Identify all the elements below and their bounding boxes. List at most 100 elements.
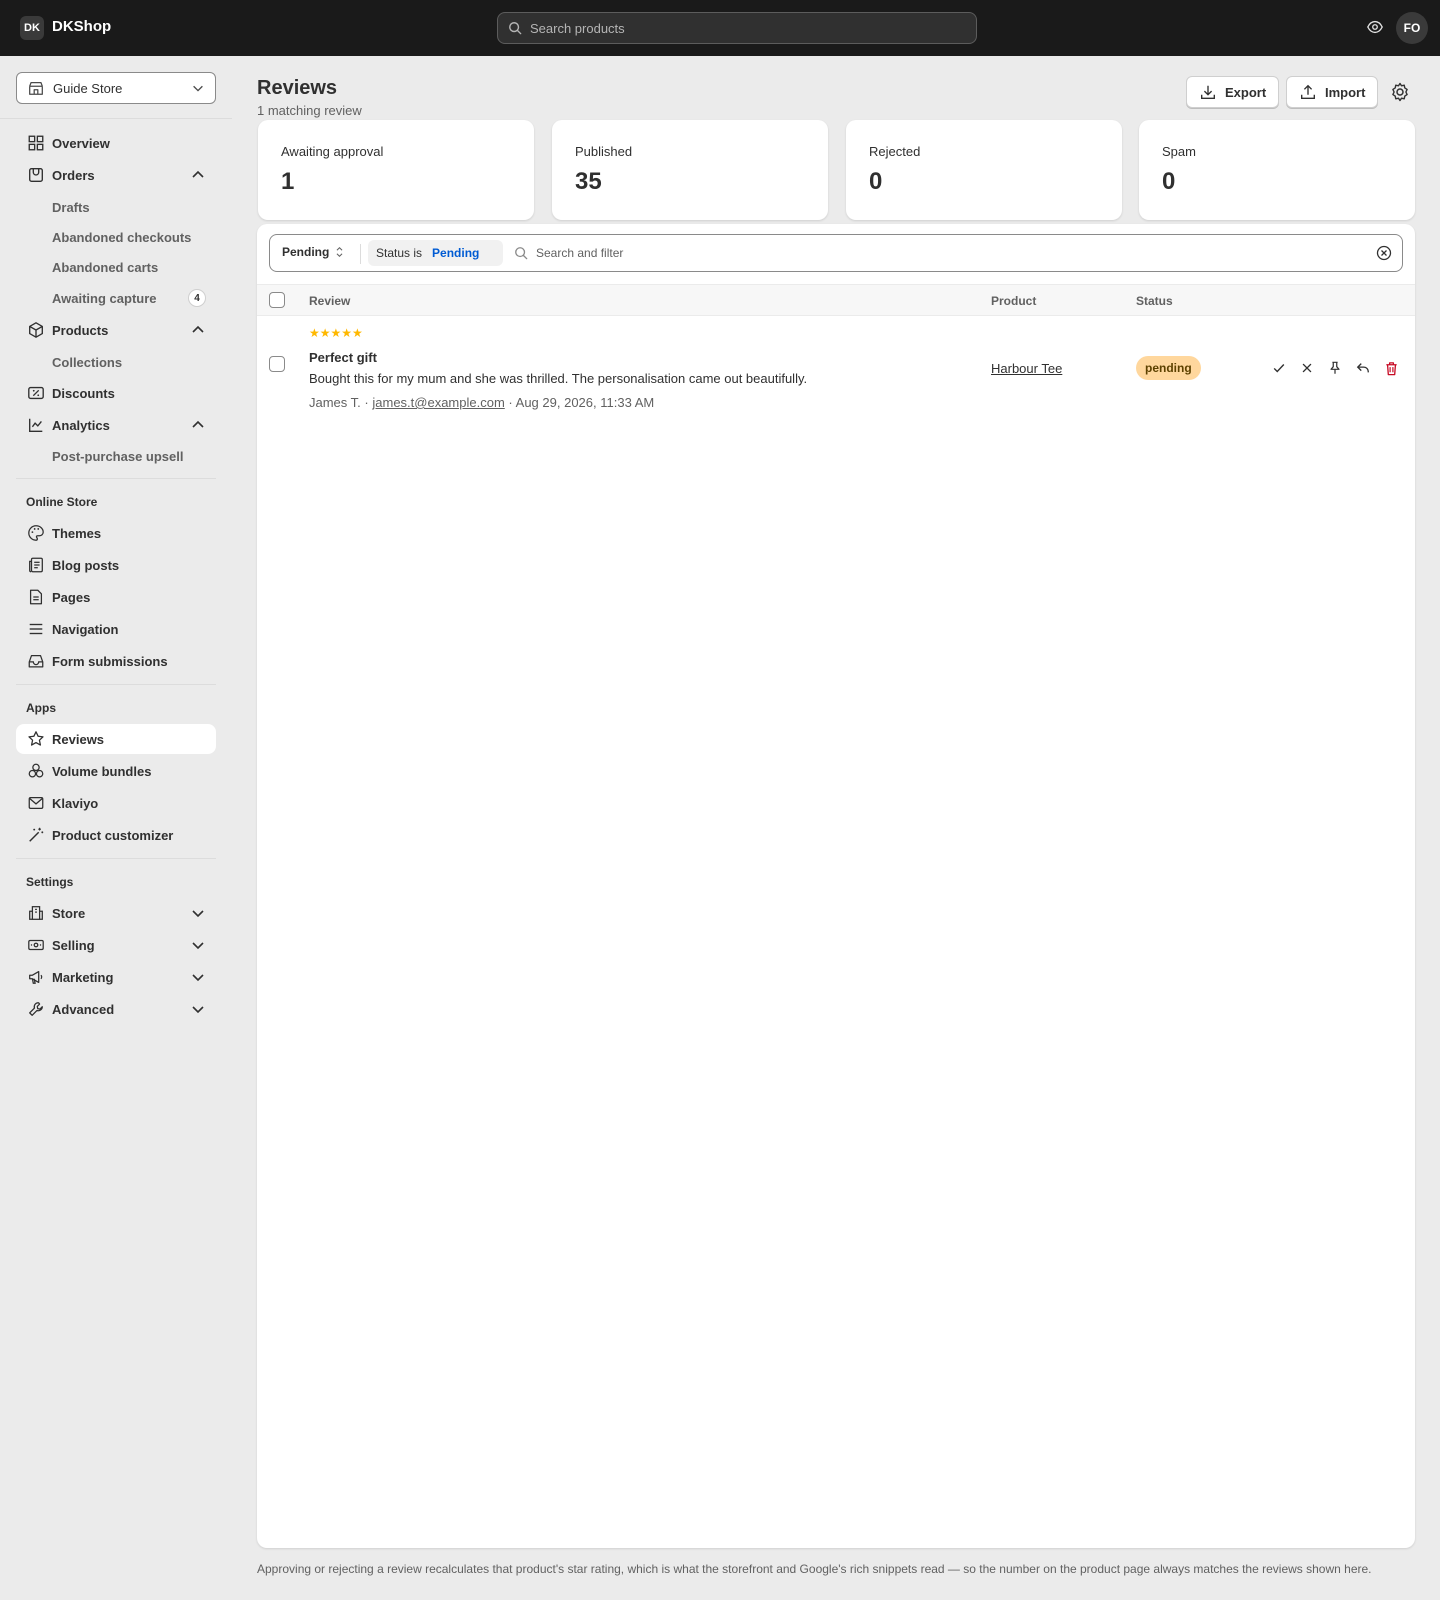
filter-chip-status[interactable]: Status is Pending bbox=[368, 240, 503, 266]
reviews-panel: Pending Status is Pending Review Product… bbox=[257, 224, 1415, 1548]
approve-button[interactable] bbox=[1271, 360, 1287, 376]
store-logo[interactable]: DK bbox=[20, 16, 44, 40]
sidebar-item-blog-posts[interactable]: Blog posts bbox=[16, 550, 216, 580]
stat-card-rejected[interactable]: Rejected 0 bbox=[846, 120, 1122, 220]
stat-card-awaiting-approval[interactable]: Awaiting approval 1 bbox=[258, 120, 534, 220]
count-badge: 4 bbox=[188, 289, 206, 307]
mail-icon bbox=[28, 796, 44, 810]
sidebar-item-label: Form submissions bbox=[52, 653, 168, 669]
sidebar-item-reviews[interactable]: Reviews bbox=[16, 724, 216, 754]
sidebar-item-marketing[interactable]: Marketing bbox=[16, 962, 216, 992]
divider bbox=[16, 858, 216, 859]
brand-name[interactable]: DKShop bbox=[52, 18, 111, 35]
sidebar-item-abandoned-checkouts[interactable]: Abandoned checkouts bbox=[42, 223, 216, 251]
sidebar-item-volume-bundles[interactable]: Volume bundles bbox=[16, 756, 216, 786]
divider bbox=[360, 244, 361, 264]
sidebar-item-advanced[interactable]: Advanced bbox=[16, 994, 216, 1024]
stat-label: Spam bbox=[1162, 144, 1196, 159]
sidebar-item-post-purchase-upsell[interactable]: Post-purchase upsell bbox=[42, 442, 216, 470]
sidebar-item-klaviyo[interactable]: Klaviyo bbox=[16, 788, 216, 818]
chevron-up-icon[interactable] bbox=[190, 167, 206, 183]
sidebar-item-overview[interactable]: Overview bbox=[16, 128, 216, 158]
review-title: Perfect gift bbox=[309, 350, 377, 365]
sidebar-item-label: Marketing bbox=[52, 969, 114, 985]
sidebar-item-awaiting-capture[interactable]: Awaiting capture 4 bbox=[42, 284, 216, 312]
product-link[interactable]: Harbour Tee bbox=[991, 361, 1062, 376]
analytics-icon bbox=[29, 418, 43, 432]
review-date: Aug 29, 2026, 11:33 AM bbox=[515, 395, 655, 410]
trash-icon bbox=[1385, 361, 1397, 375]
clear-filters-icon[interactable] bbox=[1376, 245, 1392, 261]
pin-button[interactable] bbox=[1327, 360, 1343, 376]
delete-button[interactable] bbox=[1383, 360, 1399, 376]
reply-button[interactable] bbox=[1355, 360, 1371, 376]
store-name: Guide Store bbox=[53, 80, 123, 96]
pin-icon bbox=[1330, 361, 1340, 374]
sidebar-item-orders[interactable]: Orders bbox=[16, 160, 216, 190]
cash-icon bbox=[28, 939, 44, 951]
chevron-down-icon[interactable] bbox=[190, 1001, 206, 1017]
sidebar-item-discounts[interactable]: Discounts bbox=[16, 378, 216, 408]
store-selector[interactable]: Guide Store bbox=[16, 72, 216, 104]
table-row[interactable]: ★★★★★ Perfect gift Bought this for my mu… bbox=[257, 316, 1415, 416]
select-all-checkbox[interactable] bbox=[269, 292, 285, 308]
orders-icon bbox=[29, 168, 43, 182]
row-checkbox[interactable] bbox=[269, 356, 285, 372]
stat-value: 35 bbox=[575, 168, 602, 195]
review-author: James T. bbox=[309, 395, 361, 410]
filter-search[interactable] bbox=[514, 240, 1036, 266]
divider bbox=[16, 478, 216, 479]
sidebar-item-label: Overview bbox=[52, 135, 110, 151]
column-header-review[interactable]: Review bbox=[309, 294, 350, 308]
sidebar-item-navigation[interactable]: Navigation bbox=[16, 614, 216, 644]
user-avatar[interactable]: FO bbox=[1396, 12, 1428, 44]
sidebar-item-form-submissions[interactable]: Form submissions bbox=[16, 646, 216, 676]
search-input[interactable] bbox=[530, 20, 950, 36]
import-label: Import bbox=[1325, 84, 1366, 100]
filter-search-input[interactable] bbox=[536, 246, 1036, 260]
export-button[interactable]: Export bbox=[1186, 76, 1280, 108]
stat-label: Awaiting approval bbox=[281, 144, 384, 159]
review-email-link[interactable]: james.t@example.com bbox=[372, 395, 504, 410]
sidebar-item-analytics[interactable]: Analytics bbox=[16, 410, 216, 440]
import-button[interactable]: Import bbox=[1286, 76, 1379, 108]
section-label-settings: Settings bbox=[26, 875, 74, 889]
sidebar-item-label: Orders bbox=[52, 167, 95, 183]
sidebar-item-collections[interactable]: Collections bbox=[42, 348, 216, 376]
sidebar-item-label: Blog posts bbox=[52, 557, 120, 573]
stat-card-published[interactable]: Published 35 bbox=[552, 120, 828, 220]
sidebar-item-selling[interactable]: Selling bbox=[16, 930, 216, 960]
section-label-apps: Apps bbox=[26, 701, 56, 715]
sidebar-item-themes[interactable]: Themes bbox=[16, 518, 216, 548]
stat-card-spam[interactable]: Spam 0 bbox=[1139, 120, 1415, 220]
sidebar-item-product-customizer[interactable]: Product customizer bbox=[16, 820, 216, 850]
sidebar: Guide Store Overview Orders Drafts Aband… bbox=[0, 56, 232, 1600]
view-selector[interactable]: Pending bbox=[282, 245, 344, 259]
column-header-status[interactable]: Status bbox=[1136, 294, 1173, 308]
sidebar-item-pages[interactable]: Pages bbox=[16, 582, 216, 612]
products-icon bbox=[29, 322, 43, 338]
chevron-down-icon[interactable] bbox=[190, 937, 206, 953]
chevron-down-icon[interactable] bbox=[190, 969, 206, 985]
sidebar-item-label: Navigation bbox=[52, 621, 119, 637]
sidebar-item-store[interactable]: Store bbox=[16, 898, 216, 928]
chevron-down-icon[interactable] bbox=[190, 905, 206, 921]
palette-icon bbox=[28, 525, 44, 541]
sidebar-item-label: Store bbox=[52, 905, 86, 921]
sidebar-item-drafts[interactable]: Drafts bbox=[42, 193, 216, 221]
sidebar-item-products[interactable]: Products bbox=[16, 315, 216, 345]
review-body: Bought this for my mum and she was thril… bbox=[309, 371, 808, 386]
stat-value: 0 bbox=[869, 168, 883, 195]
chevron-up-icon[interactable] bbox=[190, 417, 206, 433]
chip-key: Status is bbox=[376, 246, 423, 260]
column-header-product[interactable]: Product bbox=[991, 294, 1036, 308]
reject-button[interactable] bbox=[1299, 360, 1315, 376]
eye-icon[interactable] bbox=[1366, 18, 1384, 36]
chevron-up-icon[interactable] bbox=[190, 322, 206, 338]
sidebar-item-abandoned-carts[interactable]: Abandoned carts bbox=[42, 253, 216, 281]
download-icon bbox=[1201, 85, 1215, 99]
inbox-icon bbox=[28, 654, 44, 668]
global-search[interactable] bbox=[497, 12, 977, 44]
page-icon bbox=[29, 589, 43, 605]
gear-icon[interactable] bbox=[1390, 82, 1410, 102]
